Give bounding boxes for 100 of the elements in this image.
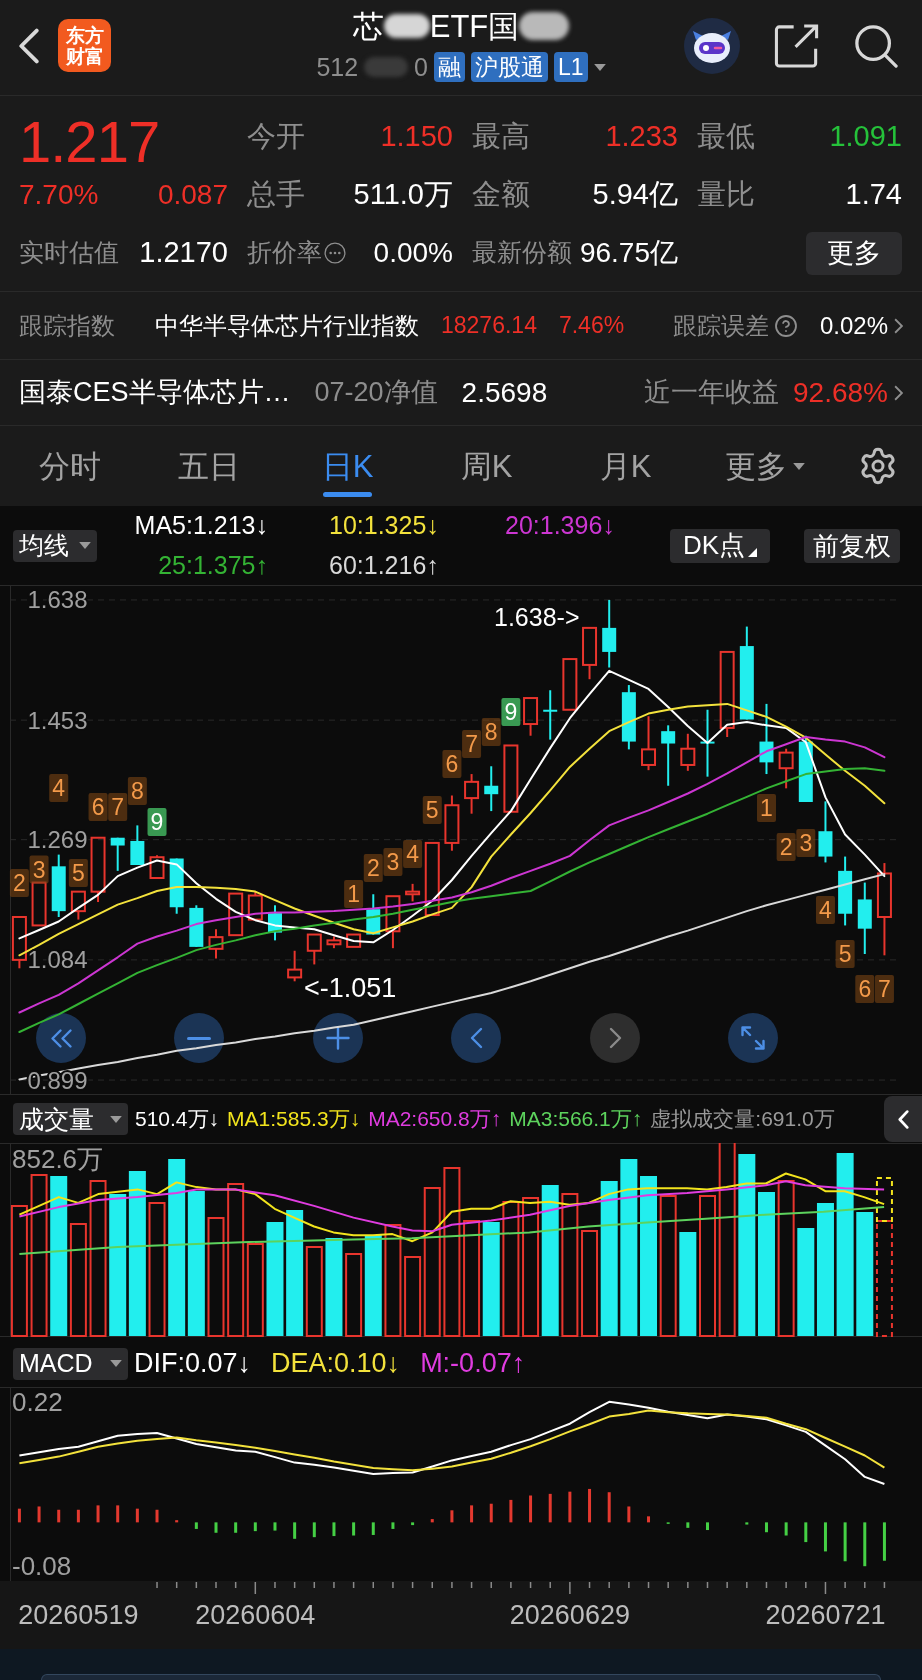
indicator-dropdown[interactable]: MACD	[13, 1347, 128, 1380]
macd-histogram-bar	[175, 1520, 179, 1523]
share-icon[interactable]	[774, 23, 820, 68]
settings-icon[interactable]	[858, 446, 898, 486]
macd-histogram-bar	[489, 1503, 493, 1523]
period-tab[interactable]: 更多	[695, 426, 834, 506]
collapse-button[interactable]	[884, 1096, 922, 1142]
back-icon[interactable]	[18, 27, 40, 64]
macd-histogram-bar	[96, 1505, 100, 1523]
price-axis-label: 1.638	[27, 586, 88, 614]
candlestick	[405, 882, 421, 903]
chevron-left-icon	[897, 1109, 909, 1129]
candlestick	[110, 836, 125, 872]
chevron-right-icon	[608, 1027, 622, 1049]
macd-histogram-bar	[706, 1522, 709, 1531]
macd-histogram-bar	[450, 1510, 454, 1523]
sequence-count-marker: 6	[855, 975, 875, 1003]
macd-legend-value: DIF:0.07↓	[134, 1347, 252, 1381]
chevron-left-icon	[469, 1027, 483, 1049]
candlestick	[641, 715, 656, 772]
candlestick	[31, 881, 47, 927]
candlestick	[621, 684, 636, 751]
sequence-count-marker: 4	[815, 896, 835, 924]
blur-patch	[383, 14, 430, 38]
macd-histogram-bar	[529, 1495, 533, 1523]
candlestick	[543, 689, 558, 741]
detail-label: 最新份额	[472, 237, 572, 269]
candlestick	[149, 854, 165, 879]
macd-histogram-bar	[411, 1522, 415, 1526]
search-icon[interactable]	[854, 23, 898, 68]
macd-histogram-bar	[135, 1508, 139, 1523]
price-axis-label: 1.453	[27, 706, 88, 734]
period-tab[interactable]: 分时	[0, 426, 139, 506]
candlestick	[385, 895, 401, 950]
macd-histogram-bar	[116, 1505, 120, 1523]
dk-point-dropdown[interactable]: DK点	[670, 528, 770, 563]
fund-title: 芯	[352, 10, 384, 42]
estimate-value: 1.2170	[139, 235, 228, 271]
candlestick	[11, 916, 27, 970]
sequence-count-marker: 7	[108, 793, 128, 821]
candlestick	[346, 933, 362, 948]
more-button[interactable]: 更多	[806, 231, 902, 275]
macd-histogram-bar	[647, 1516, 650, 1523]
chart-control-button[interactable]	[313, 1013, 363, 1063]
macd-histogram-bar	[804, 1522, 808, 1543]
chart-control-button[interactable]	[174, 1013, 224, 1063]
help-icon[interactable]	[773, 313, 798, 338]
market-badge: L1	[554, 52, 588, 82]
tracking-error-value: 0.02%	[819, 310, 888, 341]
period-tab[interactable]: 周K	[417, 426, 556, 506]
fund-title: ETF国	[429, 10, 520, 42]
chart-control-button[interactable]	[36, 1013, 86, 1063]
sequence-count-marker: 2	[776, 833, 796, 861]
period-tab[interactable]: 日K	[278, 426, 417, 506]
macd-legend-value: M:-0.07↑	[420, 1347, 526, 1381]
stat-value: 511.0万	[353, 177, 453, 213]
price-axis-label: 1.269	[27, 826, 88, 854]
tracking-label: 跟踪指数	[19, 310, 116, 341]
chart-control-button[interactable]	[728, 1013, 778, 1063]
candlestick	[582, 626, 598, 681]
volume-legend-value: MA1:585.3万↓	[227, 1106, 361, 1133]
macd-histogram-bar	[155, 1509, 159, 1523]
macd-histogram-bar	[17, 1508, 21, 1523]
macd-histogram-bar	[312, 1522, 316, 1538]
macd-histogram-bar	[548, 1493, 552, 1523]
robot-assistant-icon[interactable]	[684, 17, 740, 74]
candlestick	[464, 773, 480, 815]
fund-code: 0	[414, 54, 428, 80]
return-label: 近一年收益	[644, 376, 780, 410]
candlestick	[661, 724, 676, 787]
candlestick	[228, 892, 244, 937]
candlestick	[818, 800, 833, 864]
moving-average-value: 10:1.325↓	[328, 509, 440, 541]
macd-histogram-bar	[843, 1522, 847, 1562]
period-tab[interactable]: 五日	[139, 426, 278, 506]
chevron-right-icon	[894, 317, 903, 334]
tracking-error-label: 跟踪误差	[672, 310, 769, 341]
sequence-count-marker: 2	[9, 869, 29, 897]
indicator-dropdown[interactable]: 成交量	[13, 1103, 128, 1135]
blur-patch	[519, 12, 570, 40]
price-adjust-button[interactable]: 前复权	[804, 528, 900, 563]
sequence-count-marker: 3	[29, 855, 49, 884]
sequence-count-marker: 7	[462, 730, 482, 758]
period-tab[interactable]: 月K	[556, 426, 695, 506]
stat-label: 今开	[247, 119, 305, 155]
price-axis-label: 1.084	[27, 946, 88, 974]
candlestick	[130, 824, 145, 866]
index-value: 18276.14	[441, 311, 537, 341]
candlestick	[562, 658, 578, 711]
return-value: 92.68%	[793, 375, 888, 410]
sequence-count-marker: 6	[88, 793, 108, 821]
indicator-dropdown[interactable]: 均线	[13, 529, 97, 562]
more-info-icon[interactable]	[324, 242, 346, 264]
candlestick	[268, 904, 282, 942]
detail-value: 96.75亿	[579, 236, 678, 270]
macd-histogram-bar	[784, 1522, 788, 1536]
sequence-count-marker: 1	[344, 880, 364, 908]
candlestick	[90, 836, 106, 904]
stat-value: 1.150	[380, 119, 453, 155]
candlestick	[189, 904, 204, 948]
